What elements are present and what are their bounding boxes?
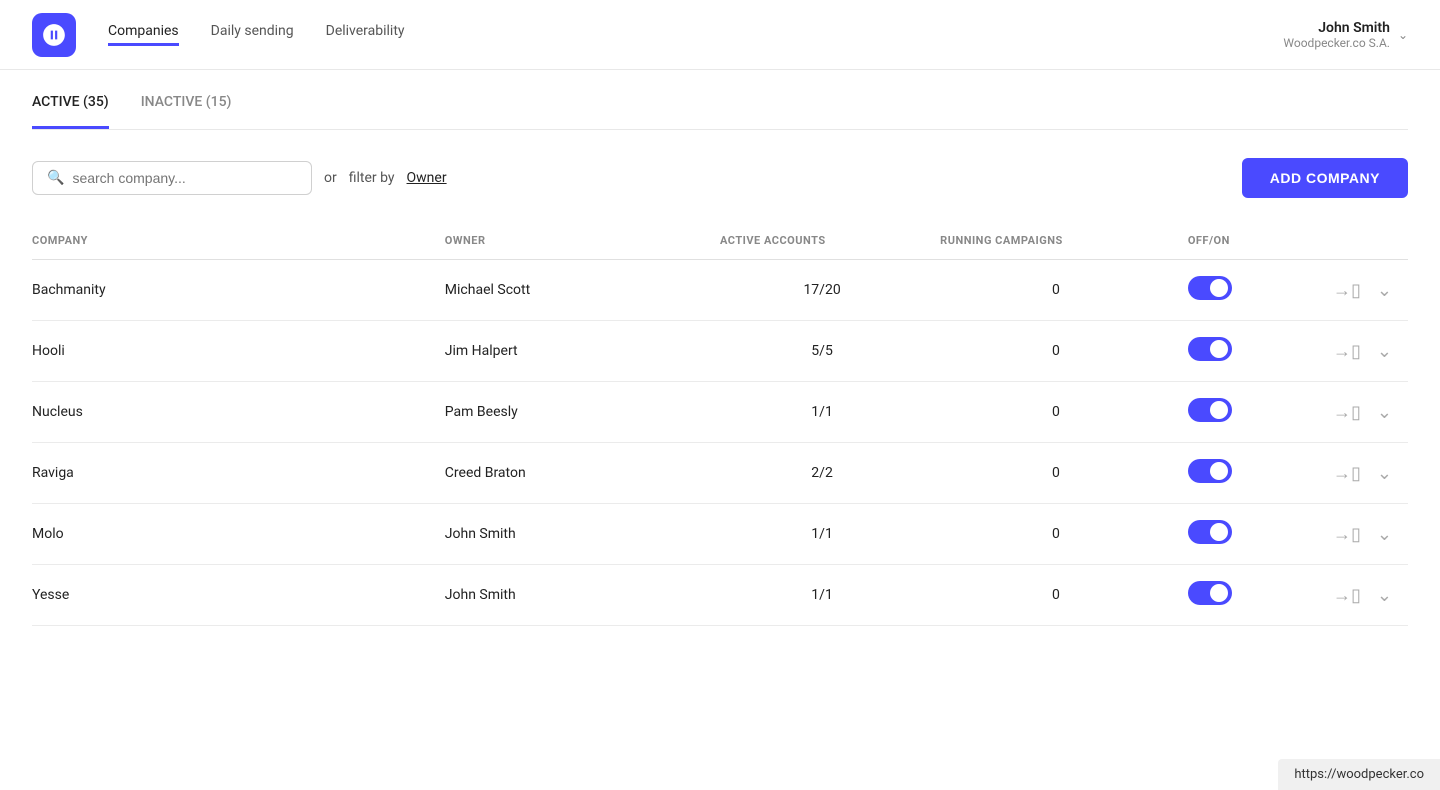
cell-toggle: [1188, 382, 1326, 443]
filter-by-label: filter by: [349, 170, 395, 186]
filter-owner[interactable]: Owner: [407, 170, 447, 186]
col-header-toggle: OFF/ON: [1188, 222, 1326, 260]
cell-campaigns: 0: [940, 321, 1188, 382]
table-row: Bachmanity Michael Scott 17/20 0 →▯ ⌄: [32, 260, 1408, 321]
chevron-down-icon[interactable]: ⌄: [1377, 341, 1392, 362]
cell-actions: →▯ ⌄: [1325, 260, 1408, 321]
nav-daily-sending[interactable]: Daily sending: [211, 23, 294, 46]
toggle-switch[interactable]: [1188, 398, 1232, 422]
col-header-campaigns: RUNNING CAMPAIGNS: [940, 222, 1188, 260]
toggle-switch[interactable]: [1188, 459, 1232, 483]
user-company: Woodpecker.co S.A.: [1283, 36, 1390, 50]
toggle-switch[interactable]: [1188, 581, 1232, 605]
search-icon: 🔍: [47, 170, 64, 186]
cell-toggle: [1188, 260, 1326, 321]
table-row: Raviga Creed Braton 2/2 0 →▯ ⌄: [32, 443, 1408, 504]
enter-icon[interactable]: →▯: [1333, 341, 1361, 362]
cell-owner: John Smith: [445, 504, 720, 565]
cell-accounts: 5/5: [720, 321, 940, 382]
cell-toggle: [1188, 443, 1326, 504]
add-company-button[interactable]: ADD COMPANY: [1242, 158, 1408, 198]
col-header-company: COMPANY: [32, 222, 445, 260]
table-row: Molo John Smith 1/1 0 →▯ ⌄: [32, 504, 1408, 565]
toggle-switch[interactable]: [1188, 520, 1232, 544]
cell-company: Molo: [32, 504, 445, 565]
col-header-accounts: ACTIVE ACCOUNTS: [720, 222, 940, 260]
chevron-down-icon[interactable]: ⌄: [1377, 585, 1392, 606]
col-header-owner: OWNER: [445, 222, 720, 260]
user-menu[interactable]: John Smith Woodpecker.co S.A. ⌄: [1283, 20, 1408, 50]
toolbar: 🔍 or filter by Owner ADD COMPANY: [32, 130, 1408, 222]
table-row: Nucleus Pam Beesly 1/1 0 →▯ ⌄: [32, 382, 1408, 443]
cell-campaigns: 0: [940, 504, 1188, 565]
cell-accounts: 2/2: [720, 443, 940, 504]
chevron-down-icon[interactable]: ⌄: [1377, 402, 1392, 423]
cell-campaigns: 0: [940, 260, 1188, 321]
cell-actions: →▯ ⌄: [1325, 382, 1408, 443]
cell-campaigns: 0: [940, 382, 1188, 443]
user-info: John Smith Woodpecker.co S.A.: [1283, 20, 1390, 50]
chevron-down-icon[interactable]: ⌄: [1377, 524, 1392, 545]
chevron-down-icon[interactable]: ⌄: [1377, 463, 1392, 484]
chevron-down-icon: ⌄: [1398, 28, 1408, 42]
enter-icon[interactable]: →▯: [1333, 280, 1361, 301]
nav-deliverability[interactable]: Deliverability: [326, 23, 405, 46]
enter-icon[interactable]: →▯: [1333, 585, 1361, 606]
cell-actions: →▯ ⌄: [1325, 565, 1408, 626]
cell-company: Bachmanity: [32, 260, 445, 321]
nav-companies[interactable]: Companies: [108, 23, 179, 46]
user-name: John Smith: [1283, 20, 1390, 36]
url-bar: https://woodpecker.co: [1278, 759, 1440, 790]
cell-toggle: [1188, 321, 1326, 382]
cell-owner: Creed Braton: [445, 443, 720, 504]
cell-actions: →▯ ⌄: [1325, 504, 1408, 565]
navbar: Companies Daily sending Deliverability J…: [0, 0, 1440, 70]
cell-company: Nucleus: [32, 382, 445, 443]
cell-toggle: [1188, 565, 1326, 626]
cell-actions: →▯ ⌄: [1325, 321, 1408, 382]
search-box: 🔍: [32, 161, 312, 195]
toggle-switch[interactable]: [1188, 276, 1232, 300]
nav-links: Companies Daily sending Deliverability: [108, 23, 1283, 46]
tab-inactive[interactable]: INACTIVE (15): [141, 94, 232, 129]
cell-campaigns: 0: [940, 443, 1188, 504]
enter-icon[interactable]: →▯: [1333, 402, 1361, 423]
cell-campaigns: 0: [940, 565, 1188, 626]
tab-active[interactable]: ACTIVE (35): [32, 94, 109, 129]
cell-company: Yesse: [32, 565, 445, 626]
col-header-actions: [1325, 222, 1408, 260]
search-input[interactable]: [72, 170, 297, 186]
table-body: Bachmanity Michael Scott 17/20 0 →▯ ⌄ Ho…: [32, 260, 1408, 626]
table-header: COMPANY OWNER ACTIVE ACCOUNTS RUNNING CA…: [32, 222, 1408, 260]
cell-company: Raviga: [32, 443, 445, 504]
cell-owner: Jim Halpert: [445, 321, 720, 382]
cell-owner: Michael Scott: [445, 260, 720, 321]
filter-separator: or: [324, 170, 337, 186]
cell-accounts: 17/20: [720, 260, 940, 321]
cell-owner: Pam Beesly: [445, 382, 720, 443]
chevron-down-icon[interactable]: ⌄: [1377, 280, 1392, 301]
enter-icon[interactable]: →▯: [1333, 524, 1361, 545]
main-content: ACTIVE (35) INACTIVE (15) 🔍 or filter by…: [0, 70, 1440, 626]
cell-accounts: 1/1: [720, 382, 940, 443]
cell-toggle: [1188, 504, 1326, 565]
cell-accounts: 1/1: [720, 504, 940, 565]
companies-table: COMPANY OWNER ACTIVE ACCOUNTS RUNNING CA…: [32, 222, 1408, 626]
enter-icon[interactable]: →▯: [1333, 463, 1361, 484]
cell-actions: →▯ ⌄: [1325, 443, 1408, 504]
toggle-switch[interactable]: [1188, 337, 1232, 361]
table-row: Yesse John Smith 1/1 0 →▯ ⌄: [32, 565, 1408, 626]
cell-owner: John Smith: [445, 565, 720, 626]
cell-accounts: 1/1: [720, 565, 940, 626]
cell-company: Hooli: [32, 321, 445, 382]
tabs: ACTIVE (35) INACTIVE (15): [32, 70, 1408, 130]
logo-icon: [32, 13, 76, 57]
table-row: Hooli Jim Halpert 5/5 0 →▯ ⌄: [32, 321, 1408, 382]
